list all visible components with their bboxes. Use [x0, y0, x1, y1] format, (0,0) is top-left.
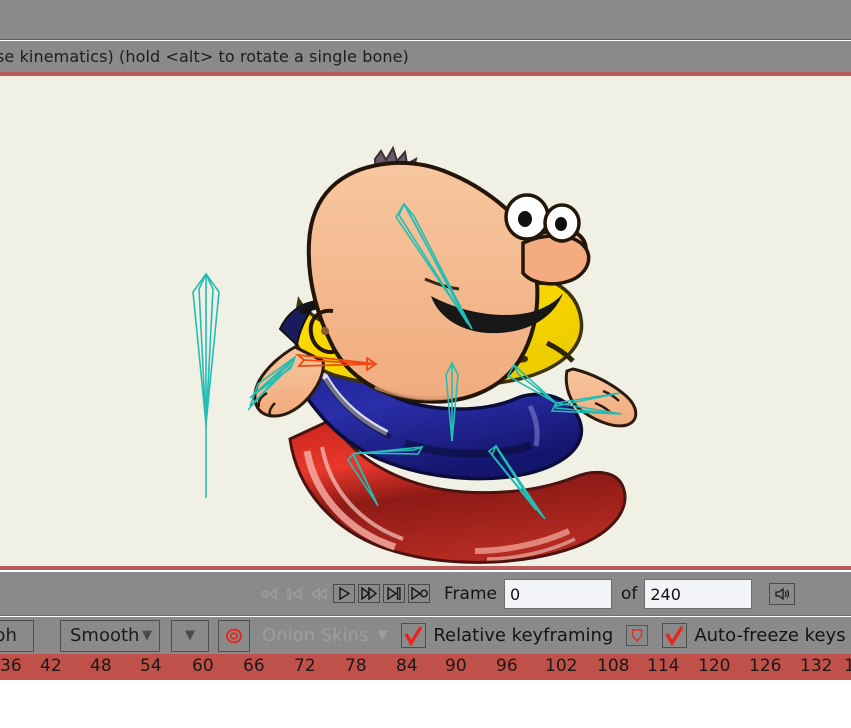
go-to-start-button[interactable]: [283, 584, 305, 603]
timeline-tick: 54: [140, 656, 162, 676]
keyframe-shield-button[interactable]: [626, 625, 649, 646]
fast-forward-icon: [361, 587, 378, 600]
play-loop-button[interactable]: [408, 584, 430, 603]
timeline-tick: 90: [445, 656, 467, 676]
chevron-down-icon: ▼: [185, 628, 195, 643]
timeline-tick: 120: [698, 656, 731, 676]
chevron-down-icon: ▼: [142, 628, 152, 643]
status-bar-text: se kinematics) (hold <alt> to rotate a s…: [0, 47, 409, 66]
loop-start-icon: [261, 587, 277, 600]
timeline-tick: 72: [294, 656, 316, 676]
bottom-red-divider: [0, 566, 851, 570]
onion-skins-dropdown[interactable]: Onion Skins ▼: [262, 625, 387, 646]
step-back-button[interactable]: [308, 584, 330, 603]
play-loop-icon: [411, 587, 428, 600]
auto-freeze-keys-checkbox[interactable]: [662, 623, 688, 648]
timeline-ruler[interactable]: 36 42 48 54 60 66 72 78 84 90 96 102 108 114 120 126 132…: [0, 654, 851, 680]
checkmark-icon: [665, 625, 684, 646]
play-icon: [339, 587, 351, 600]
page-bottom-area: [0, 680, 851, 728]
timeline-tick: 126: [749, 656, 782, 676]
timeline-tick: 132: [800, 656, 833, 676]
auto-freeze-keys-option[interactable]: Auto-freeze keys: [662, 623, 846, 648]
fast-forward-button[interactable]: [358, 584, 380, 603]
timeline-tick: 78: [345, 656, 367, 676]
skip-end-icon: [386, 587, 401, 600]
interpolation-dropdown[interactable]: Smooth ▼: [60, 619, 160, 652]
loop-to-start-button[interactable]: [258, 584, 280, 603]
interpolation-value: Smooth: [70, 625, 140, 646]
interpolation-extra-dropdown[interactable]: ▼: [171, 619, 209, 652]
animation-canvas[interactable]: [0, 76, 851, 566]
status-bar: se kinematics) (hold <alt> to rotate a s…: [0, 41, 851, 72]
transport-controls: [258, 584, 430, 603]
go-to-end-button[interactable]: [383, 584, 405, 603]
frame-total-input[interactable]: 240: [644, 578, 753, 609]
timeline-tick: 96: [496, 656, 518, 676]
skip-start-icon: [287, 587, 302, 600]
transport-toolbar: Frame 0 of 240: [0, 572, 851, 616]
window-top-bar: [0, 0, 851, 40]
timeline-tick: 84: [396, 656, 418, 676]
checkmark-icon: [404, 625, 423, 646]
timeline-tick: 60: [192, 656, 214, 676]
record-keys-button[interactable]: [218, 619, 250, 652]
character-artwork: [192, 145, 638, 564]
rewind-icon: [311, 587, 327, 600]
frame-current-input[interactable]: 0: [503, 578, 612, 609]
relative-keyframing-label: Relative keyframing: [433, 625, 614, 646]
timeline-tick: 102: [545, 656, 578, 676]
onion-skins-label: Onion Skins: [262, 625, 369, 646]
bone-root-floating[interactable]: [192, 272, 220, 498]
relative-keyframing-option[interactable]: Relative keyframing: [401, 623, 613, 648]
timeline-tick: 114: [647, 656, 680, 676]
timeline-tick: 48: [90, 656, 112, 676]
timeline-tick: 138: [844, 656, 851, 676]
animation-app-window: se kinematics) (hold <alt> to rotate a s…: [0, 0, 851, 728]
speaker-icon: [775, 587, 790, 600]
frame-of-label: of: [620, 583, 638, 604]
shield-icon: [632, 629, 643, 642]
keyframe-options-toolbar: aph Smooth ▼ ▼ Onion Skins ▼ Relative k: [0, 617, 851, 654]
relative-keyframing-checkbox[interactable]: [401, 623, 427, 648]
chevron-down-icon: ▼: [377, 628, 388, 643]
timeline-tick: 36: [0, 656, 22, 676]
play-button[interactable]: [333, 584, 355, 603]
sound-toggle-button[interactable]: [769, 582, 796, 605]
auto-freeze-keys-label: Auto-freeze keys: [694, 625, 846, 646]
frame-label: Frame: [444, 583, 497, 604]
record-target-icon: [226, 628, 242, 643]
timeline-tick: 66: [243, 656, 265, 676]
timeline-tick: 108: [597, 656, 630, 676]
graph-button[interactable]: aph: [0, 619, 34, 652]
timeline-tick: 42: [40, 656, 62, 676]
